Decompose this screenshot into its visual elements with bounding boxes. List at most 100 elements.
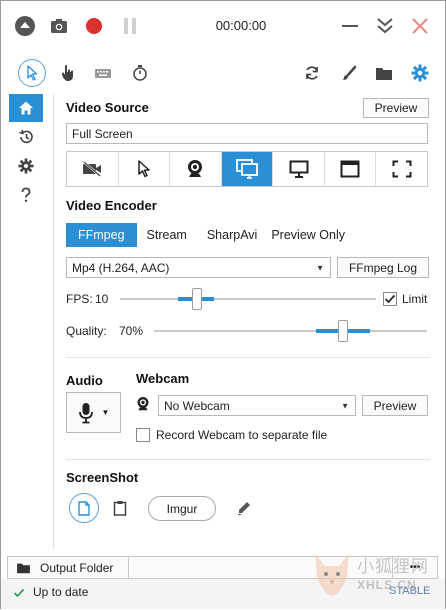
webcam-icon	[188, 160, 203, 177]
stopwatch-icon	[133, 65, 147, 81]
webcam-separate-checkbox[interactable]	[136, 428, 150, 442]
source-full-screen[interactable]	[273, 152, 325, 186]
click-tool[interactable]	[54, 59, 82, 87]
multi-monitor-icon	[236, 159, 258, 179]
cursor-icon	[138, 160, 150, 178]
video-encoder-title: Video Encoder	[66, 198, 157, 213]
ffmpeg-log-button[interactable]: FFmpeg Log	[337, 257, 429, 278]
minimize-icon	[342, 25, 358, 27]
dropdown-arrow-icon: ▼	[316, 263, 324, 272]
fps-slider[interactable]	[120, 288, 376, 310]
pause-button[interactable]	[117, 13, 143, 39]
home-icon	[19, 101, 33, 115]
side-nav	[9, 94, 43, 214]
close-button[interactable]	[407, 13, 433, 39]
fps-slider-thumb[interactable]	[192, 288, 202, 310]
screenshot-imgur-button[interactable]: Imgur	[148, 496, 216, 521]
record-button[interactable]	[81, 13, 107, 39]
tab-ffmpeg[interactable]: FFmpeg	[66, 223, 137, 247]
webcam-icon	[137, 397, 149, 411]
keystrokes-tool[interactable]	[89, 59, 117, 87]
tab-preview-only[interactable]: Preview Only	[267, 223, 349, 247]
section-divider	[66, 459, 430, 460]
screenshot-save-to-disk-button[interactable]	[69, 493, 99, 523]
tab-sharpavi[interactable]: SharpAvi	[197, 223, 268, 247]
record-timer: 00:00:00	[215, 18, 267, 33]
timer-tool[interactable]	[126, 59, 154, 87]
video-source-field: Full Screen	[66, 123, 428, 144]
webcam-title: Webcam	[136, 371, 190, 386]
nav-about[interactable]	[9, 181, 43, 209]
fps-slider-track	[120, 298, 376, 300]
quality-slider-thumb[interactable]	[338, 320, 348, 342]
keyboard-icon	[95, 69, 111, 78]
nav-history[interactable]	[9, 123, 43, 151]
screenshot-clipboard-button[interactable]	[107, 495, 133, 521]
source-screen[interactable]	[221, 152, 274, 186]
gear-icon	[411, 64, 429, 82]
screenshot-button[interactable]	[46, 13, 72, 39]
settings-button[interactable]	[406, 59, 434, 87]
monitor-icon	[289, 160, 309, 178]
codec-select[interactable]: Mp4 (H.264, AAC) ▼	[66, 257, 331, 278]
window-icon	[340, 160, 360, 178]
output-folder-button[interactable]: Output Folder	[7, 556, 129, 579]
webcam-preview-button[interactable]: Preview	[362, 395, 428, 416]
source-window[interactable]	[325, 152, 377, 186]
history-icon	[19, 129, 33, 144]
screenshot-title: ScreenShot	[66, 470, 139, 485]
cursor-icon	[27, 65, 38, 81]
video-source-title: Video Source	[66, 100, 149, 115]
source-region-select[interactable]	[376, 152, 427, 186]
checkmark-icon	[384, 294, 396, 304]
release-channel-label: STABLE	[389, 585, 431, 597]
brush-icon	[343, 65, 357, 80]
webcam-separate-label: Record Webcam to separate file	[156, 428, 328, 442]
webcam-select[interactable]: No Webcam ▼	[158, 395, 356, 416]
screenshot-editor-button[interactable]	[231, 495, 257, 521]
record-icon	[86, 18, 102, 34]
source-region[interactable]	[119, 152, 171, 186]
output-folder-path[interactable]	[128, 556, 393, 579]
collapse-icon	[15, 16, 35, 36]
folder-icon	[17, 563, 30, 573]
more-options-button[interactable]: •••	[392, 556, 438, 579]
video-source-selector	[66, 151, 428, 187]
codec-select-value: Mp4 (H.264, AAC)	[72, 260, 170, 275]
tab-stream[interactable]: Stream	[137, 223, 197, 247]
clipboard-icon	[113, 501, 127, 516]
audio-source-button[interactable]: ▼	[66, 392, 121, 433]
fps-label: FPS:	[66, 292, 93, 306]
cursor-tool[interactable]	[18, 59, 46, 87]
nav-home[interactable]	[9, 94, 43, 122]
quality-slider[interactable]	[154, 320, 427, 342]
close-icon	[412, 18, 428, 34]
open-folder-button[interactable]	[370, 59, 398, 87]
fps-limit-checkbox[interactable]	[383, 292, 397, 306]
video-source-preview-button[interactable]: Preview	[363, 98, 429, 118]
minimal-mode-button[interactable]	[372, 13, 398, 39]
source-webcam[interactable]	[170, 152, 222, 186]
collapse-button[interactable]	[12, 13, 38, 39]
title-bar: 00:00:00	[1, 1, 445, 51]
nav-settings[interactable]	[9, 152, 43, 180]
pencil-icon	[238, 502, 250, 515]
tool-bar	[1, 53, 445, 91]
section-divider	[66, 357, 430, 358]
refresh-button[interactable]	[298, 59, 326, 87]
status-text: Up to date	[33, 585, 89, 599]
folder-icon	[376, 67, 392, 80]
status-bar: Up to date STABLE	[1, 579, 445, 609]
source-no-video[interactable]	[67, 152, 119, 186]
app-window: 00:00:00 Video Source Preview Full Scree…	[0, 0, 446, 609]
quality-slider-track	[154, 330, 427, 332]
video-off-icon	[83, 161, 102, 177]
hand-pointer-icon	[62, 65, 73, 81]
dropdown-arrow-icon: ▼	[341, 401, 349, 410]
minimize-button[interactable]	[337, 13, 363, 39]
checkmark-icon	[13, 588, 25, 598]
quality-label: Quality:	[66, 324, 107, 338]
fps-limit-label: Limit	[402, 292, 428, 306]
draw-button[interactable]	[335, 59, 363, 87]
pause-icon	[124, 18, 136, 34]
